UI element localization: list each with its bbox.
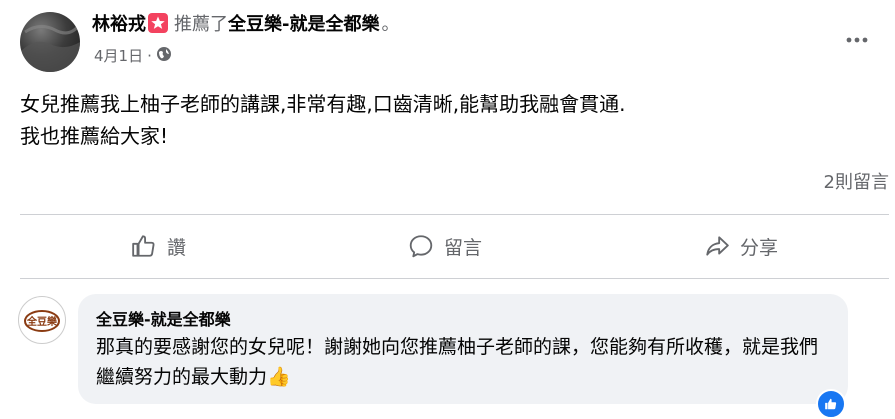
meta-separator: · [147,46,152,65]
like-button[interactable]: 讚 [131,233,186,260]
share-button[interactable]: 分享 [704,233,778,260]
post-header: 林裕戎 推薦了全豆樂-就是全都樂。 [92,12,399,38]
thumbs-up-icon [132,235,155,257]
page-avatar[interactable]: 全豆樂 [18,296,66,344]
reply-comment-bubble: 全豆樂-就是全都樂 那真的要感謝您的女兒呢！謝謝她向您推薦柚子老師的課，您能夠有… [78,294,848,404]
recommend-star-icon [148,13,168,33]
divider [20,278,889,279]
post-action-bar: 讚 留言 分享 [20,222,889,270]
like-reaction-icon[interactable] [816,389,846,419]
like-label: 讚 [166,236,186,259]
header-period: 。 [381,14,400,35]
author-name[interactable]: 林裕戎 [92,14,146,35]
share-label: 分享 [739,236,778,259]
more-icon [846,37,868,43]
post-body-line: 女兒推薦我上柚子老師的講課,非常有趣,口齒清晰,能幫助我融會貫通. [20,92,626,116]
post-meta: 4月1日 · [94,45,172,66]
comment-count-link[interactable]: 2則留言 [824,168,889,194]
page-avatar-logo-text: 全豆樂 [26,315,58,328]
post-body: 女兒推薦我上柚子老師的講課,非常有趣,口齒清晰,能幫助我融會貫通. 我也推薦給大… [20,88,625,152]
reply-author[interactable]: 全豆樂-就是全都樂 [96,306,231,330]
recommended-page-name[interactable]: 全豆樂-就是全都樂 [228,14,379,35]
globe-icon [156,46,172,66]
post-body-line: 我也推薦給大家! [20,124,169,148]
author-avatar[interactable] [20,12,80,72]
comment-button[interactable]: 留言 [408,233,482,260]
recommend-action-text: 推薦了 [174,14,228,35]
comment-label: 留言 [443,236,482,259]
share-icon [706,236,729,256]
reply-text: 那真的要感謝您的女兒呢！謝謝她向您推薦柚子老師的課，您能夠有所收穫，就是我們繼續… [96,336,819,388]
post-date[interactable]: 4月1日 [94,45,143,66]
divider [20,214,889,215]
comment-icon [409,235,433,258]
more-options-button[interactable] [839,30,875,50]
